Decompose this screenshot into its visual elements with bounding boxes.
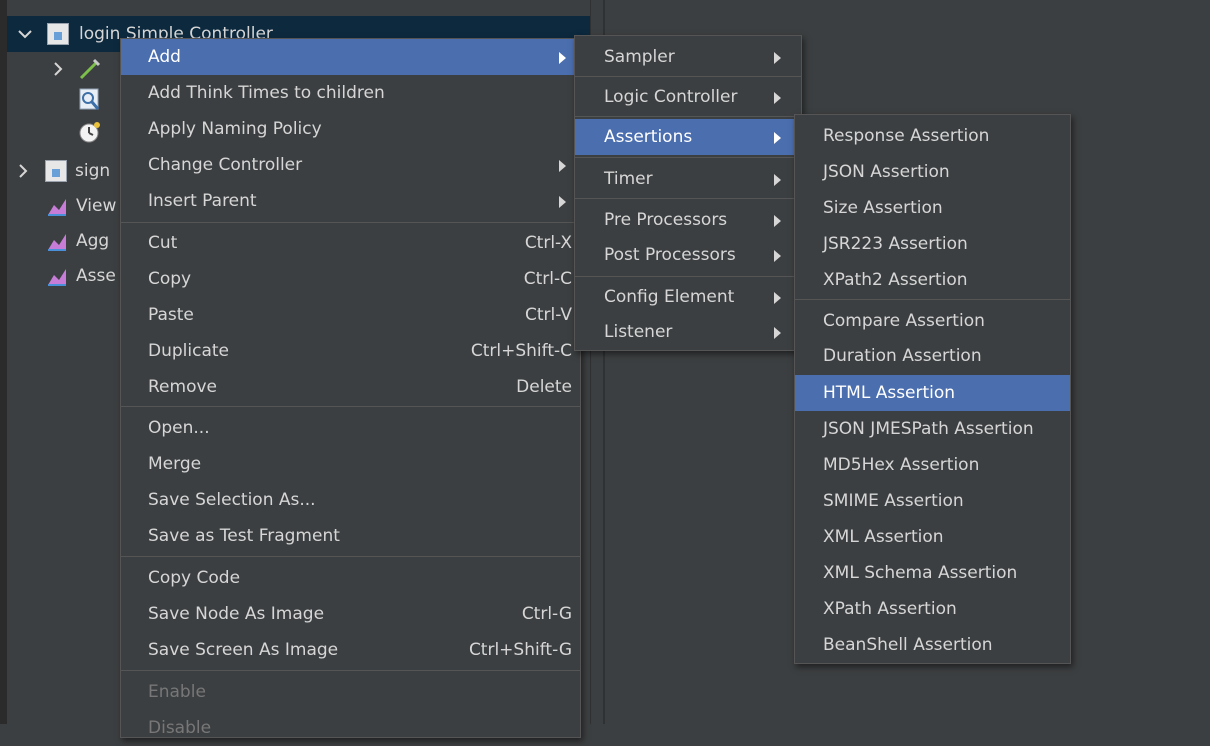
tree-node-view-results[interactable]: View: [46, 188, 116, 224]
assertion-item-jsr223[interactable]: JSR223 Assertion: [795, 226, 1070, 262]
menu-item-apply-naming-policy[interactable]: Apply Naming Policy: [121, 111, 580, 147]
menu-item-copy-code[interactable]: Copy Code: [121, 560, 580, 596]
menu-separator: [575, 157, 801, 158]
tree-node-child-2[interactable]: [78, 82, 102, 118]
menu-item-insert-parent[interactable]: Insert Parent: [121, 183, 580, 219]
assertion-item-json[interactable]: JSON Assertion: [795, 154, 1070, 190]
tree-node-assertion-results[interactable]: Asse: [46, 258, 116, 294]
menu-item-save-screen-as-image[interactable]: Save Screen As Image Ctrl+Shift-G: [121, 632, 580, 668]
menu-separator: [121, 406, 580, 407]
menu-item-disable: Disable: [148, 718, 212, 738]
context-menu: Add Add Think Times to children Apply Na…: [120, 38, 581, 738]
assertion-item-xml-schema[interactable]: XML Schema Assertion: [795, 555, 1070, 591]
submenu-arrow-icon: [559, 52, 566, 64]
submenu-item-sampler[interactable]: Sampler: [575, 39, 801, 75]
menu-item-enable: Enable: [148, 682, 206, 702]
menu-item-save-selection-as[interactable]: Save Selection As...: [121, 482, 580, 518]
submenu-arrow-icon: [774, 215, 781, 227]
simple-controller-icon: [45, 160, 67, 182]
window-border: [0, 0, 7, 724]
chevron-right-icon[interactable]: [48, 59, 68, 79]
tree-node-label: View: [76, 196, 117, 216]
shortcut-label: Delete: [516, 377, 572, 397]
shortcut-label: Ctrl-C: [523, 269, 572, 289]
submenu-arrow-icon: [774, 174, 781, 186]
submenu-item-pre-processors[interactable]: Pre Processors: [575, 202, 801, 238]
listener-chart-icon: [46, 230, 68, 252]
tree-node-label: Asse: [76, 266, 116, 286]
menu-item-paste[interactable]: Paste Ctrl-V: [121, 297, 580, 333]
menu-item-add[interactable]: Add: [121, 39, 580, 75]
submenu-arrow-icon: [774, 92, 781, 104]
shortcut-label: Ctrl+Shift-G: [468, 640, 572, 660]
menu-item-open[interactable]: Open...: [121, 410, 580, 446]
assertion-item-xpath2[interactable]: XPath2 Assertion: [795, 262, 1070, 298]
shortcut-label: Ctrl-X: [524, 233, 572, 253]
assertion-item-xml[interactable]: XML Assertion: [795, 519, 1070, 555]
menu-item-duplicate[interactable]: Duplicate Ctrl+Shift-C: [121, 333, 580, 369]
listener-chart-icon: [46, 265, 68, 287]
submenu-arrow-icon: [774, 292, 781, 304]
menu-item-add-think-times[interactable]: Add Think Times to children: [121, 75, 580, 111]
submenu-item-post-processors[interactable]: Post Processors: [575, 237, 801, 273]
chevron-right-icon[interactable]: [13, 161, 33, 181]
submenu-arrow-icon: [559, 160, 566, 172]
submenu-item-config-element[interactable]: Config Element: [575, 279, 801, 315]
http-sampler-icon: [78, 57, 102, 81]
tree-node-label: sign: [75, 161, 111, 181]
assertion-item-md5hex[interactable]: MD5Hex Assertion: [795, 447, 1070, 483]
chevron-down-icon[interactable]: [15, 24, 35, 44]
menu-separator: [121, 222, 580, 223]
menu-separator: [121, 556, 580, 557]
menu-item-cut[interactable]: Cut Ctrl-X: [121, 225, 580, 261]
assertion-item-smime[interactable]: SMIME Assertion: [795, 483, 1070, 519]
submenu-arrow-icon: [774, 132, 781, 144]
menu-item-copy[interactable]: Copy Ctrl-C: [121, 261, 580, 297]
tree-node-label: Agg: [76, 231, 110, 251]
menu-item-change-controller[interactable]: Change Controller: [121, 147, 580, 183]
menu-separator: [795, 299, 1070, 300]
menu-separator: [575, 76, 801, 77]
submenu-item-assertions[interactable]: Assertions: [575, 119, 801, 155]
simple-controller-icon: [47, 23, 69, 45]
assertion-item-size[interactable]: Size Assertion: [795, 190, 1070, 226]
assertions-submenu: Response Assertion JSON Assertion Size A…: [794, 114, 1071, 664]
assertion-item-json-jmespath[interactable]: JSON JMESPath Assertion: [795, 411, 1070, 447]
tree-node-aggregate-report[interactable]: Agg: [46, 223, 109, 259]
submenu-arrow-icon: [774, 250, 781, 262]
menu-item-remove[interactable]: Remove Delete: [121, 369, 580, 405]
assertion-item-beanshell[interactable]: BeanShell Assertion: [795, 627, 1070, 663]
assertion-item-response[interactable]: Response Assertion: [795, 118, 1070, 154]
assertion-item-xpath[interactable]: XPath Assertion: [795, 591, 1070, 627]
assertion-item-duration[interactable]: Duration Assertion: [795, 338, 1070, 374]
menu-separator: [575, 276, 801, 277]
add-submenu: Sampler Logic Controller Assertions Time…: [574, 35, 802, 351]
submenu-arrow-icon: [774, 327, 781, 339]
menu-item-save-node-as-image[interactable]: Save Node As Image Ctrl-G: [121, 596, 580, 632]
menu-separator: [575, 198, 801, 199]
submenu-arrow-icon: [559, 196, 566, 208]
shortcut-label: Ctrl-V: [524, 305, 572, 325]
menu-separator: [121, 670, 580, 671]
assertion-item-compare[interactable]: Compare Assertion: [795, 303, 1070, 339]
shortcut-label: Ctrl-G: [521, 604, 572, 624]
submenu-item-listener[interactable]: Listener: [575, 314, 801, 350]
tree-node-child-3[interactable]: [78, 115, 102, 151]
shortcut-label: Ctrl+Shift-C: [470, 341, 572, 361]
menu-separator: [575, 116, 801, 117]
magnifier-icon: [78, 87, 102, 113]
menu-item-save-as-test-fragment[interactable]: Save as Test Fragment: [121, 518, 580, 554]
submenu-arrow-icon: [774, 52, 781, 64]
timer-icon: [78, 120, 102, 146]
submenu-item-timer[interactable]: Timer: [575, 161, 801, 197]
assertion-item-html[interactable]: HTML Assertion: [795, 375, 1070, 411]
menu-item-merge[interactable]: Merge: [121, 446, 580, 482]
listener-chart-icon: [46, 195, 68, 217]
tree-node-sign[interactable]: sign: [13, 153, 110, 189]
submenu-item-logic-controller[interactable]: Logic Controller: [575, 79, 801, 115]
